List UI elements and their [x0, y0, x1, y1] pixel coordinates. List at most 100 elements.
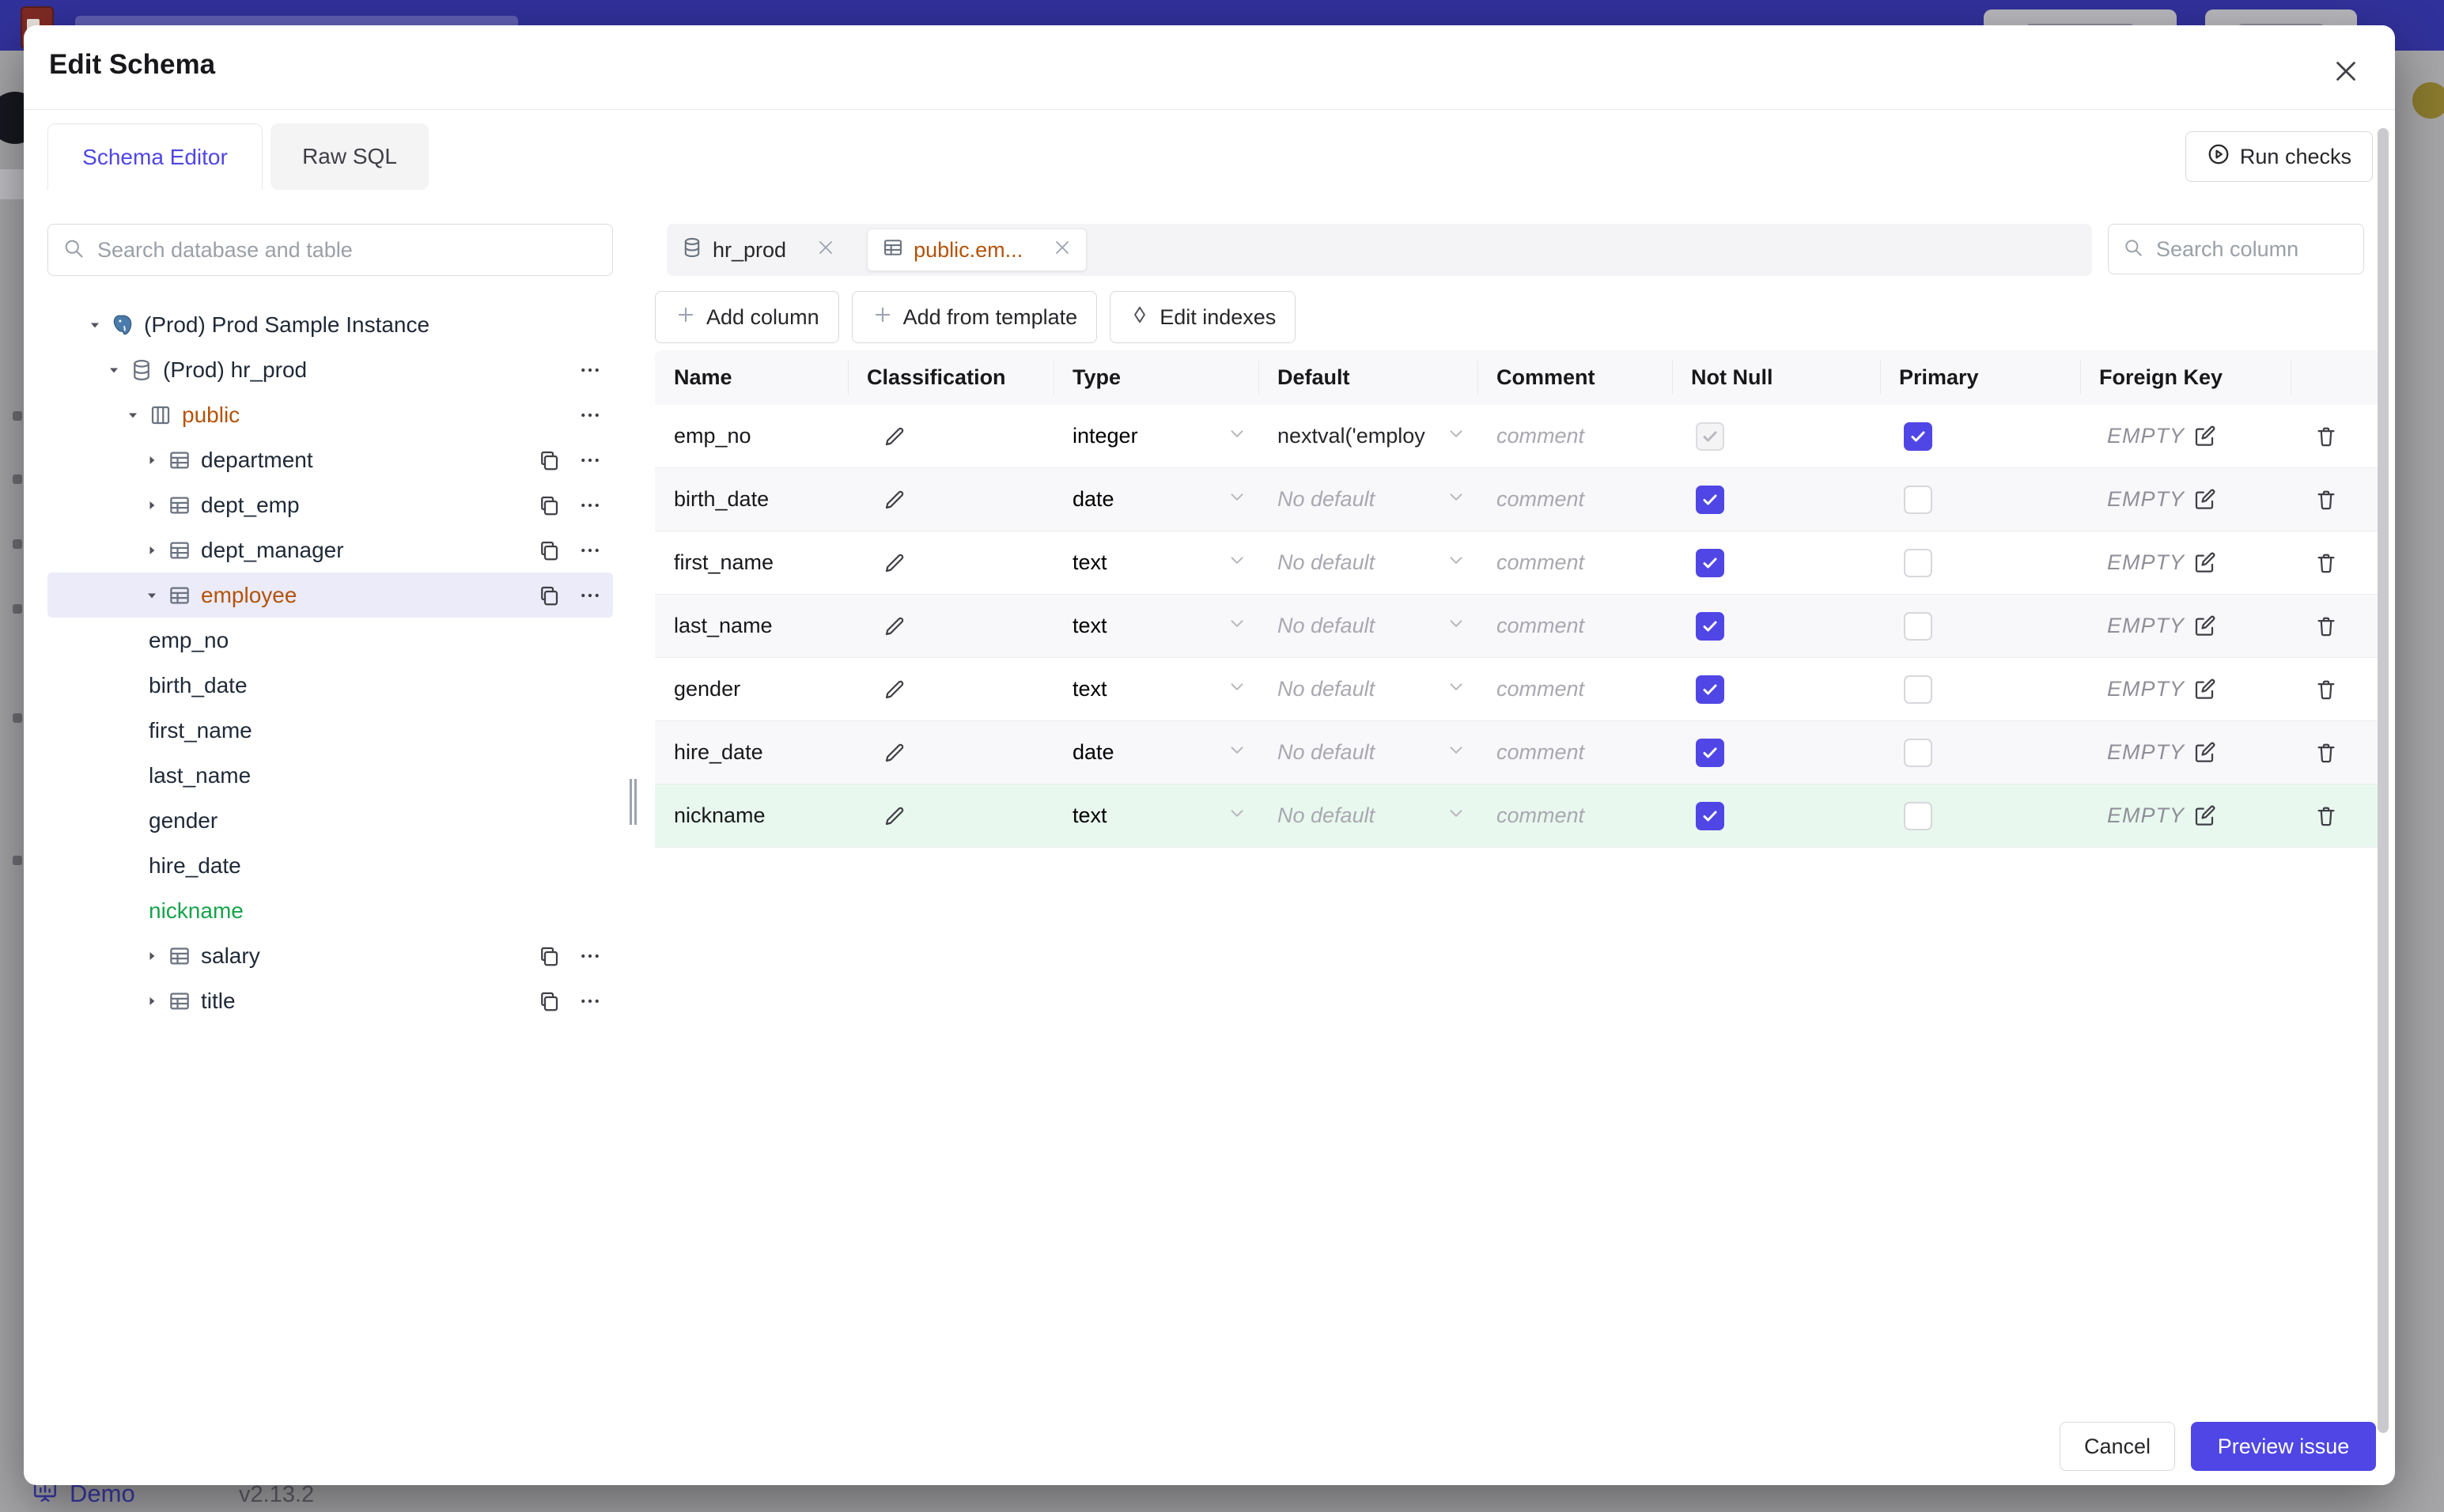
edit-square-icon[interactable]	[2192, 804, 2216, 828]
comment-input[interactable]: comment	[1496, 677, 1584, 701]
ellipsis-menu-icon[interactable]	[578, 944, 602, 968]
caret-down-icon[interactable]	[106, 362, 130, 378]
column-name-cell[interactable]: emp_no	[674, 424, 751, 448]
add-from-template-button[interactable]: Add from template	[851, 291, 1098, 343]
chevron-down-icon[interactable]	[1227, 739, 1247, 765]
pencil-icon[interactable]	[883, 678, 906, 701]
chevron-down-icon[interactable]	[1446, 550, 1466, 576]
comment-input[interactable]: comment	[1496, 614, 1584, 638]
checkbox-unchecked[interactable]	[1904, 548, 1932, 577]
cancel-button[interactable]: Cancel	[2060, 1422, 2175, 1471]
type-select[interactable]: date	[1073, 487, 1114, 512]
ellipsis-menu-icon[interactable]	[578, 403, 602, 427]
close-tab-icon[interactable]	[816, 238, 835, 263]
edit-square-icon[interactable]	[2192, 614, 2216, 638]
ellipsis-menu-icon[interactable]	[578, 989, 602, 1013]
modal-scrollbar[interactable]	[2378, 128, 2389, 1433]
chevron-down-icon[interactable]	[1446, 486, 1466, 512]
copy-icon[interactable]	[537, 989, 561, 1013]
tree-item-emp_no[interactable]: emp_no	[47, 618, 613, 663]
ellipsis-menu-icon[interactable]	[578, 358, 602, 382]
checkbox-unchecked[interactable]	[1904, 801, 1932, 830]
panel-resize-handle[interactable]	[630, 779, 637, 825]
tree-item-department[interactable]: department	[47, 437, 613, 482]
checkbox-unchecked[interactable]	[1904, 738, 1932, 767]
trash-icon[interactable]	[2314, 804, 2338, 828]
tree-item-dept_manager[interactable]: dept_manager	[47, 527, 613, 573]
tree-item--prod-hr_prod[interactable]: (Prod) hr_prod	[47, 347, 613, 392]
default-select[interactable]: No default	[1277, 487, 1375, 512]
chevron-down-icon[interactable]	[1446, 676, 1466, 702]
type-select[interactable]: text	[1073, 614, 1107, 638]
checkbox-unchecked[interactable]	[1904, 485, 1932, 514]
editor-tab-public-employee[interactable]: public.em...	[867, 229, 1088, 271]
tree-item-birth_date[interactable]: birth_date	[47, 663, 613, 708]
checkbox-unchecked[interactable]	[1904, 611, 1932, 641]
default-select[interactable]: No default	[1277, 677, 1375, 701]
checkbox-checked[interactable]	[1696, 738, 1724, 767]
column-name-cell[interactable]: first_name	[674, 550, 774, 575]
column-name-cell[interactable]: gender	[674, 677, 740, 701]
trash-icon[interactable]	[2314, 551, 2338, 575]
caret-right-icon[interactable]	[144, 452, 168, 468]
edit-square-icon[interactable]	[2192, 551, 2216, 575]
caret-right-icon[interactable]	[144, 948, 168, 964]
tree-item-gender[interactable]: gender	[47, 798, 613, 843]
type-select[interactable]: text	[1073, 677, 1107, 701]
caret-down-icon[interactable]	[144, 588, 168, 603]
comment-input[interactable]: comment	[1496, 803, 1584, 828]
checkbox-checked[interactable]	[1696, 675, 1724, 704]
default-select[interactable]: nextval('employ	[1277, 424, 1425, 448]
trash-icon[interactable]	[2314, 678, 2338, 701]
column-name-cell[interactable]: hire_date	[674, 740, 763, 765]
chevron-down-icon[interactable]	[1227, 423, 1247, 449]
edit-square-icon[interactable]	[2192, 741, 2216, 765]
column-name-cell[interactable]: last_name	[674, 614, 773, 638]
pencil-icon[interactable]	[883, 741, 906, 765]
caret-right-icon[interactable]	[144, 993, 168, 1009]
default-select[interactable]: No default	[1277, 740, 1375, 765]
tab-schema-editor[interactable]: Schema Editor	[47, 123, 263, 190]
caret-down-icon[interactable]	[87, 317, 111, 333]
chevron-down-icon[interactable]	[1446, 613, 1466, 639]
edit-square-icon[interactable]	[2192, 488, 2216, 512]
ellipsis-menu-icon[interactable]	[578, 539, 602, 562]
tree-item-salary[interactable]: salary	[47, 933, 613, 978]
trash-icon[interactable]	[2314, 488, 2338, 512]
tree-item-title[interactable]: title	[47, 978, 613, 1023]
close-tab-icon[interactable]	[1053, 238, 1072, 263]
trash-icon[interactable]	[2314, 741, 2338, 765]
comment-input[interactable]: comment	[1496, 740, 1584, 765]
edit-indexes-button[interactable]: Edit indexes	[1110, 291, 1296, 343]
run-checks-button[interactable]: Run checks	[2185, 131, 2373, 182]
database-search[interactable]	[47, 224, 613, 276]
trash-icon[interactable]	[2314, 614, 2338, 638]
preview-issue-button[interactable]: Preview issue	[2191, 1422, 2376, 1471]
chevron-down-icon[interactable]	[1227, 676, 1247, 702]
comment-input[interactable]: comment	[1496, 487, 1584, 512]
comment-input[interactable]: comment	[1496, 424, 1584, 448]
comment-input[interactable]: comment	[1496, 550, 1584, 575]
trash-icon[interactable]	[2314, 425, 2338, 448]
edit-square-icon[interactable]	[2192, 678, 2216, 701]
type-select[interactable]: integer	[1073, 424, 1138, 448]
checkbox-checked[interactable]	[1696, 611, 1724, 641]
copy-icon[interactable]	[537, 944, 561, 968]
chevron-down-icon[interactable]	[1227, 803, 1247, 829]
tree-item-public[interactable]: public	[47, 392, 613, 437]
checkbox-checked[interactable]	[1696, 548, 1724, 577]
type-select[interactable]: text	[1073, 803, 1107, 828]
copy-icon[interactable]	[537, 584, 561, 607]
type-select[interactable]: text	[1073, 550, 1107, 575]
chevron-down-icon[interactable]	[1227, 613, 1247, 639]
column-search-input[interactable]	[2155, 236, 2349, 263]
pencil-icon[interactable]	[883, 425, 906, 448]
ellipsis-menu-icon[interactable]	[578, 584, 602, 607]
column-name-cell[interactable]: nickname	[674, 803, 766, 828]
tree-item-first_name[interactable]: first_name	[47, 708, 613, 753]
tree-item-employee[interactable]: employee	[47, 573, 613, 618]
pencil-icon[interactable]	[883, 488, 906, 512]
tree-item-nickname[interactable]: nickname	[47, 888, 613, 933]
column-name-cell[interactable]: birth_date	[674, 487, 769, 512]
tree-item-last_name[interactable]: last_name	[47, 753, 613, 798]
